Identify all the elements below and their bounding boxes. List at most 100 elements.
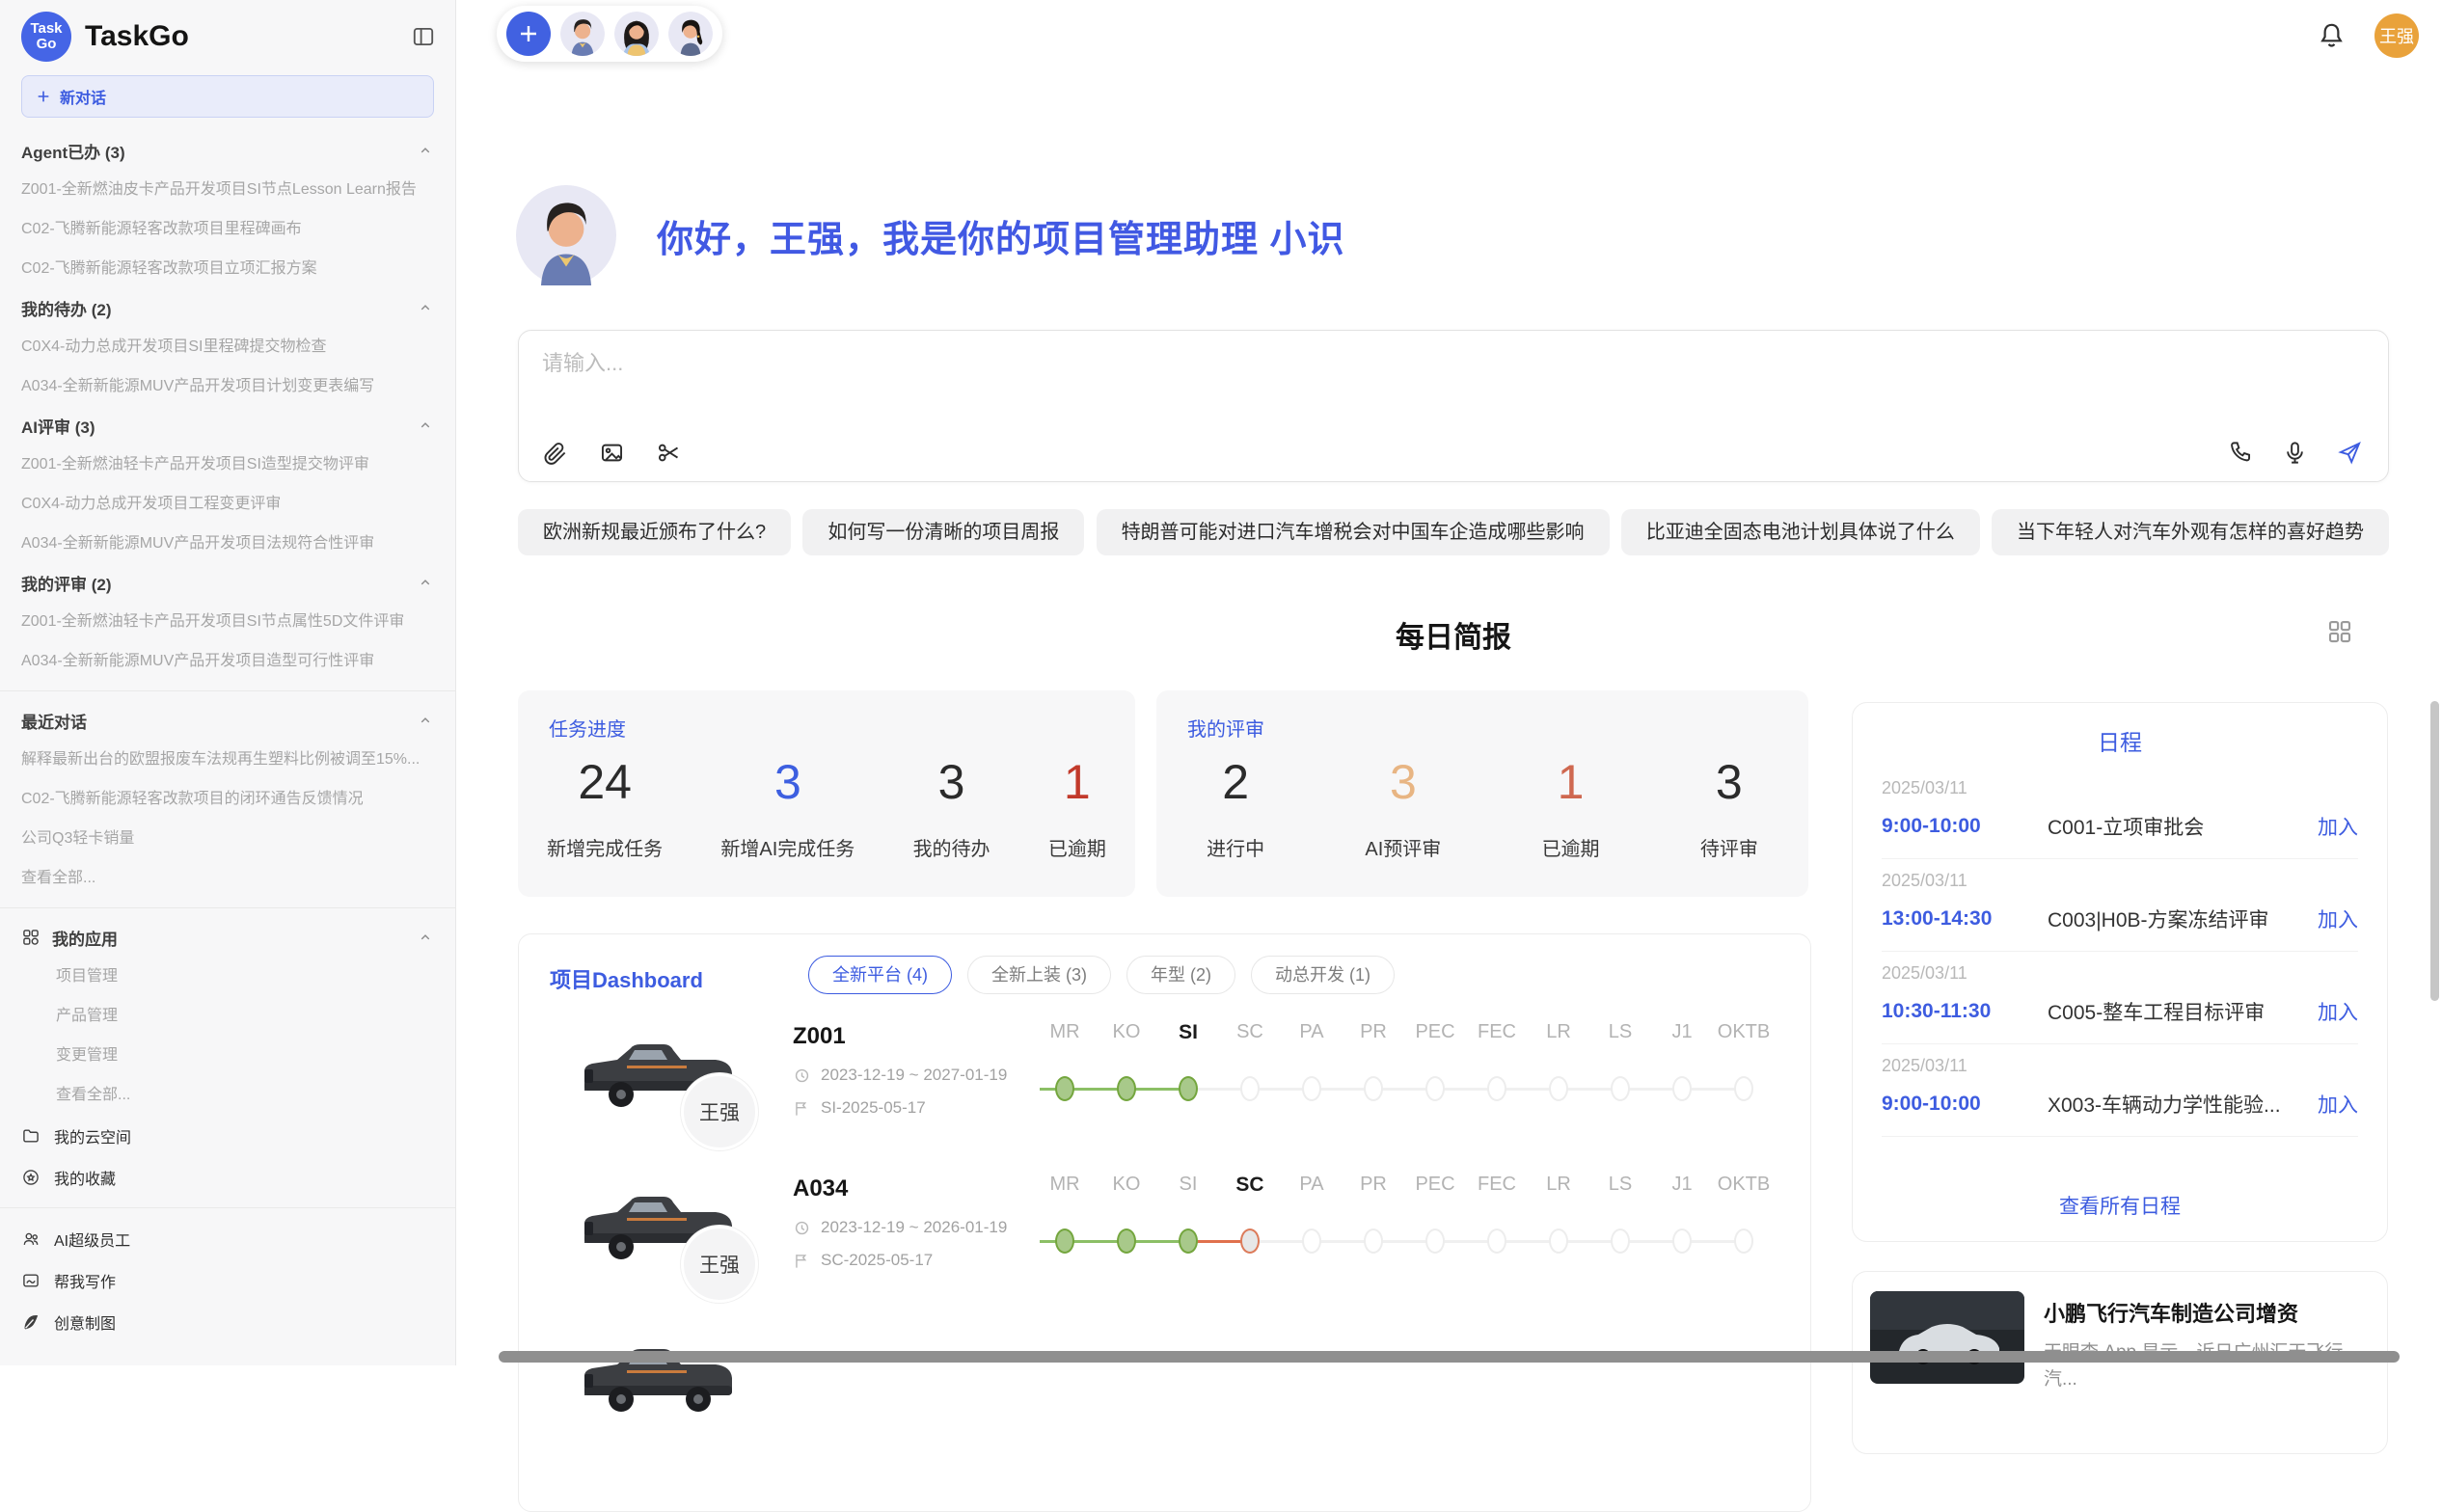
sidebar-item-help-write[interactable]: 帮我写作	[21, 1259, 434, 1301]
assistant-avatar	[516, 185, 616, 285]
milestone-dot	[1179, 1228, 1198, 1254]
conversation-item[interactable]: C0X4-动力总成开发项目工程变更评审	[21, 484, 434, 524]
view-all-schedule-link[interactable]: 查看所有日程	[1853, 1191, 2387, 1220]
conversation-item[interactable]: Z001-全新燃油轻卡产品开发项目SI造型提交物评审	[21, 445, 434, 484]
stat-in-progress: 2 进行中	[1207, 754, 1264, 861]
group-header-my-todo[interactable]: 我的待办 (2)	[21, 288, 434, 327]
microphone-icon[interactable]	[2282, 440, 2308, 466]
join-meeting-link[interactable]: 加入	[2318, 812, 2358, 841]
avatar-session-2[interactable]	[614, 12, 659, 56]
layout-grid-icon[interactable]	[2325, 617, 2354, 646]
conversation-item[interactable]: A034-全新新能源MUV产品开发项目法规符合性评审	[21, 524, 434, 563]
view-all-conversations[interactable]: 查看全部...	[21, 858, 434, 898]
avatar-session-1[interactable]	[560, 12, 605, 56]
milestone-dot	[1117, 1228, 1136, 1254]
suggestion-chips: 欧洲新规最近颁布了什么? 如何写一份清晰的项目周报 特朗普可能对进口汽车增税会对…	[518, 509, 2389, 555]
sidebar-item-cloud-space[interactable]: 我的云空间	[21, 1115, 434, 1156]
join-meeting-link[interactable]: 加入	[2318, 904, 2358, 933]
conversation-item[interactable]: C0X4-动力总成开发项目SI里程碑提交物检查	[21, 327, 434, 366]
group-header-recent[interactable]: 最近对话	[21, 701, 434, 740]
suggestion-chip[interactable]: 当下年轻人对汽车外观有怎样的喜好趋势	[1992, 509, 2389, 555]
schedule-item: 2025/03/11 10:30-11:30 C005-整车工程目标评审 加入	[1882, 952, 2358, 1044]
suggestion-chip[interactable]: 如何写一份清晰的项目周报	[802, 509, 1084, 555]
scissors-icon[interactable]	[656, 440, 682, 466]
avatar-session-3[interactable]	[668, 12, 713, 56]
milestone-dot	[1302, 1228, 1321, 1254]
project-row[interactable]: 王强 A034 2023-12-19 ~ 2026-01-19 SC-2025-…	[557, 1170, 1792, 1314]
conversation-item[interactable]: C02-飞腾新能源轻客改款项目的闭环通告反馈情况	[21, 779, 434, 819]
conversation-item[interactable]: C02-飞腾新能源轻客改款项目立项汇报方案	[21, 249, 434, 288]
group-header-my-apps[interactable]: 我的应用	[21, 918, 434, 957]
add-session-button[interactable]	[506, 12, 551, 56]
milestone-label: SC	[1219, 1021, 1281, 1043]
project-row[interactable]: 王强 Z001 2023-12-19 ~ 2027-01-19 SI-2025-…	[557, 1017, 1792, 1162]
join-meeting-link[interactable]: 加入	[2318, 1090, 2358, 1119]
new-chat-label: 新对话	[60, 85, 106, 108]
app-item-project-mgmt[interactable]: 项目管理	[21, 957, 434, 996]
sidebar-item-label: 帮我写作	[54, 1269, 116, 1292]
conversation-item[interactable]: A034-全新新能源MUV产品开发项目计划变更表编写	[21, 366, 434, 406]
milestone-label: MR	[1034, 1021, 1096, 1043]
conversation-item[interactable]: Z001-全新燃油皮卡产品开发项目SI节点Lesson Learn报告	[21, 170, 434, 209]
milestone-dot	[1734, 1228, 1753, 1254]
schedule-date: 2025/03/11	[1882, 778, 2358, 798]
dashboard-title: 项目Dashboard	[550, 963, 703, 994]
new-chat-button[interactable]: 新对话	[21, 75, 434, 118]
chevron-up-icon	[417, 929, 434, 946]
chevron-up-icon	[417, 299, 434, 316]
notifications-bell-icon[interactable]	[2316, 20, 2347, 52]
conversation-item[interactable]: 公司Q3轻卡销量	[21, 819, 434, 858]
suggestion-chip[interactable]: 欧洲新规最近颁布了什么?	[518, 509, 791, 555]
attachment-paperclip-icon[interactable]	[542, 440, 568, 466]
app-item-product-mgmt[interactable]: 产品管理	[21, 996, 434, 1036]
chevron-up-icon	[417, 417, 434, 434]
send-message-icon[interactable]	[2337, 440, 2363, 466]
stat-value: 3	[1700, 754, 1758, 810]
suggestion-chip[interactable]: 特朗普可能对进口汽车增税会对中国车企造成哪些影响	[1097, 509, 1610, 555]
tab-powertrain[interactable]: 动总开发 (1)	[1251, 956, 1395, 994]
conversation-item[interactable]: A034-全新新能源MUV产品开发项目造型可行性评审	[21, 641, 434, 681]
conversation-item[interactable]: 解释最新出台的欧盟报废车法规再生塑料比例被调至15%...	[21, 740, 434, 779]
sidebar-item-creative-draw[interactable]: 创意制图	[21, 1301, 434, 1342]
tab-model-year[interactable]: 年型 (2)	[1126, 956, 1235, 994]
horizontal-scrollbar[interactable]	[499, 1351, 2400, 1363]
user-avatar[interactable]: 王强	[2374, 14, 2419, 58]
milestone-dot	[1611, 1228, 1630, 1254]
schedule-meeting-title: X003-车辆动力学性能验...	[2048, 1090, 2318, 1119]
tab-new-body[interactable]: 全新上装 (3)	[967, 956, 1111, 994]
suggestion-chip[interactable]: 比亚迪全固态电池计划具体说了什么	[1621, 509, 1980, 555]
group-label: 我的应用	[52, 926, 118, 950]
milestone-label: FEC	[1466, 1021, 1528, 1043]
project-name: A034	[793, 1175, 848, 1202]
milestone-dot	[1611, 1076, 1630, 1101]
group-label: Agent已办 (3)	[21, 139, 125, 163]
composer-attachments	[542, 440, 682, 466]
chevron-up-icon	[417, 712, 434, 729]
app-item-change-mgmt[interactable]: 变更管理	[21, 1036, 434, 1075]
logo-text-bottom: Go	[37, 37, 57, 52]
vertical-scrollbar[interactable]	[2430, 701, 2439, 1001]
milestone-label: LS	[1589, 1021, 1651, 1043]
project-dates-text: 2023-12-19 ~ 2026-01-19	[821, 1218, 1007, 1237]
insert-image-icon[interactable]	[599, 440, 625, 466]
project-row-partial[interactable]	[557, 1322, 1792, 1467]
sidebar-item-favorites[interactable]: 我的收藏	[21, 1156, 434, 1198]
divider	[0, 907, 455, 908]
group-header-ai-review[interactable]: AI评审 (3)	[21, 406, 434, 445]
collapse-sidebar-icon[interactable]	[411, 24, 436, 49]
milestone-dot	[1117, 1076, 1136, 1101]
news-card[interactable]: 小鹏飞行汽车制造公司增资 天眼查 App 显示，近日广州汇天飞行汽...	[1852, 1271, 2388, 1454]
stat-label: 新增完成任务	[547, 833, 663, 861]
sidebar-item-ai-staff[interactable]: AI超级员工	[21, 1218, 434, 1259]
conversation-item[interactable]: Z001-全新燃油轻卡产品开发项目SI节点属性5D文件评审	[21, 602, 434, 641]
chat-input[interactable]	[542, 346, 2085, 381]
conversation-item[interactable]: C02-飞腾新能源轻客改款项目里程碑画布	[21, 209, 434, 249]
dashboard-tabs: 全新平台 (4) 全新上装 (3) 年型 (2) 动总开发 (1)	[808, 956, 1395, 994]
group-header-agent-done[interactable]: Agent已办 (3)	[21, 131, 434, 170]
group-header-my-review[interactable]: 我的评审 (2)	[21, 563, 434, 602]
view-all-apps[interactable]: 查看全部...	[21, 1075, 434, 1115]
join-meeting-link[interactable]: 加入	[2318, 997, 2358, 1026]
voice-call-icon[interactable]	[2227, 440, 2253, 466]
tab-new-platform[interactable]: 全新平台 (4)	[808, 956, 952, 994]
milestone-label: OKTB	[1713, 1174, 1775, 1196]
